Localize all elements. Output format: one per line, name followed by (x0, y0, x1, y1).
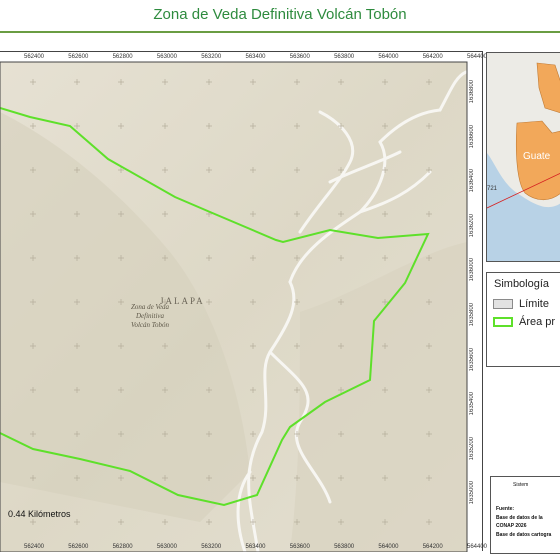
y-tick-label: 1635400 (469, 392, 475, 416)
x-tick-label: 563200 (201, 54, 222, 60)
y-tick-label: 1636200 (469, 213, 475, 238)
inset-country-label: Guate (523, 151, 551, 162)
x-tick-label: 562400 (24, 54, 45, 60)
locator-inset-map[interactable]: Guate 721 (486, 52, 560, 262)
main-map[interactable]: JALAPA Zona de Veda Definitiva Volcán To… (0, 52, 483, 552)
inset-road-label: 721 (487, 186, 498, 192)
x-tick-label: 562800 (112, 54, 133, 60)
legend-item-limit: Límite (493, 298, 549, 310)
legend-item-label: Límite (519, 298, 549, 310)
legend-swatch-limit (493, 299, 513, 310)
y-tick-label: 1636800 (469, 80, 475, 104)
source-header: Sistem (513, 482, 529, 488)
legend-panel: Simbología Límite Área pr (486, 272, 560, 367)
area-label-line: Definitiva (135, 312, 164, 320)
x-tick-label: 563800 (334, 54, 355, 60)
x-tick-label: 564200 (422, 544, 443, 550)
y-tick-label: 1635000 (469, 481, 475, 505)
y-tick-label: 1636400 (469, 169, 475, 193)
x-tick-label: 563600 (289, 54, 310, 60)
map-title: Zona de Veda Definitiva Volcán Tobón (153, 6, 407, 23)
legend-title: Simbología (494, 278, 550, 290)
x-tick-label: 563400 (245, 544, 266, 550)
scale-bar-label: 0.44 Kilómetros (8, 509, 71, 519)
y-tick-label: 1635800 (469, 303, 475, 327)
x-tick-label: 563200 (201, 544, 222, 550)
legend-item-label: Área pr (519, 316, 556, 328)
x-tick-label: 563800 (334, 544, 355, 550)
x-tick-label: 563400 (245, 54, 266, 60)
x-tick-label: 564400 (467, 544, 488, 550)
x-tick-label: 563000 (156, 544, 177, 550)
source-line: Base de datos de la (496, 515, 543, 521)
x-tick-label: 564400 (467, 54, 488, 60)
main-map-frame[interactable]: JALAPA Zona de Veda Definitiva Volcán To… (0, 51, 487, 552)
legend-item-area: Área pr (493, 316, 555, 328)
source-line: CONAP 2026 (496, 523, 527, 529)
source-line: Base de datos cartogra (496, 532, 552, 538)
source-panel: Sistem Fuente: Base de datos de la CONAP… (490, 476, 560, 554)
legend-swatch-area (493, 317, 513, 328)
source-line: Fuente: (496, 506, 515, 512)
x-tick-label: 564000 (378, 544, 399, 550)
x-tick-label: 563600 (289, 544, 310, 550)
area-label-line: Volcán Tobón (131, 321, 170, 329)
y-tick-label: 1636000 (469, 258, 475, 282)
x-tick-label: 564200 (422, 54, 443, 60)
x-tick-label: 562600 (68, 54, 89, 60)
y-tick-label: 1635600 (469, 347, 475, 371)
inset-svg: Guate 721 (487, 53, 560, 261)
x-tick-label: 562600 (68, 544, 89, 550)
area-label: Zona de Veda Definitiva Volcán Tobón (131, 303, 170, 329)
x-tick-label: 562800 (112, 544, 133, 550)
y-tick-label: 1636600 (469, 124, 475, 148)
title-divider (0, 31, 560, 33)
y-tick-label: 1635200 (469, 436, 475, 461)
x-tick-label: 562400 (24, 544, 45, 550)
area-label-line: Zona de Veda (131, 303, 170, 311)
x-tick-label: 563000 (156, 54, 177, 60)
x-tick-label: 564000 (378, 54, 399, 60)
